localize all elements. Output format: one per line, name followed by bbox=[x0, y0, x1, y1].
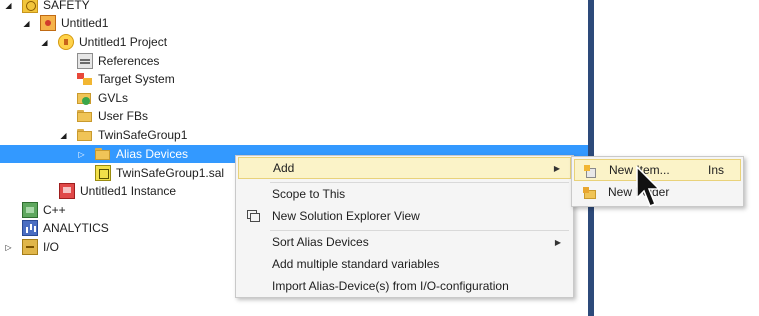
references-icon bbox=[77, 53, 93, 69]
tree-item-user-fbs[interactable]: User FBs bbox=[0, 107, 590, 125]
tree-item-label: SAFETY bbox=[43, 0, 90, 12]
tree-item-label: I/O bbox=[43, 240, 60, 254]
sal-file-icon bbox=[95, 165, 111, 181]
expander-closed-icon[interactable]: ▷ bbox=[4, 243, 13, 252]
tree-item-label: Untitled1 Instance bbox=[80, 184, 177, 198]
analytics-icon bbox=[22, 220, 38, 236]
tree-item-label: Target System bbox=[98, 72, 175, 86]
submenu-arrow-icon: ▶ bbox=[553, 163, 560, 173]
safety-project-icon bbox=[22, 0, 38, 13]
expander-closed-icon[interactable]: ▷ bbox=[77, 150, 86, 159]
menu-item-label: Sort Alias Devices bbox=[272, 235, 369, 249]
twinsafe-project-icon bbox=[58, 34, 74, 50]
folder-icon bbox=[95, 146, 111, 162]
tree-item-twinsafegroup1[interactable]: ◢ TwinSafeGroup1 bbox=[0, 126, 590, 144]
menu-item-add[interactable]: Add ▶ bbox=[238, 157, 571, 179]
menu-item-scope-to-this[interactable]: Scope to This bbox=[238, 183, 571, 205]
tree-item-label: Alias Devices bbox=[116, 147, 189, 161]
tree-item-label: References bbox=[98, 54, 160, 68]
tree-item-untitled1[interactable]: ◢ Untitled1 bbox=[0, 14, 590, 32]
tree-item-target-system[interactable]: Target System bbox=[0, 70, 590, 88]
tree-item-label: Untitled1 bbox=[61, 16, 109, 30]
folder-icon bbox=[77, 127, 93, 143]
tree-item-untitled1-project[interactable]: ◢ Untitled1 Project bbox=[0, 33, 590, 51]
io-icon bbox=[22, 239, 38, 255]
new-view-icon bbox=[247, 210, 260, 222]
expander-open-icon[interactable]: ◢ bbox=[4, 1, 13, 10]
menu-item-new-solution-explorer-view[interactable]: New Solution Explorer View bbox=[238, 205, 571, 227]
tree-item-label: User FBs bbox=[98, 109, 149, 123]
menu-item-label: Add multiple standard variables bbox=[272, 257, 440, 271]
context-menu: Add ▶ Scope to This New Solution Explore… bbox=[235, 155, 574, 298]
menu-item-add-multiple-standard-variables[interactable]: Add multiple standard variables bbox=[238, 253, 571, 275]
new-item-icon bbox=[584, 165, 597, 178]
tree-item-label: TwinSafeGroup1.sal bbox=[116, 166, 225, 180]
tree-item-label: GVLs bbox=[98, 91, 129, 105]
tree-item-label: ANALYTICS bbox=[43, 221, 109, 235]
tree-item-safety[interactable]: ◢ SAFETY bbox=[0, 0, 590, 14]
tree-item-label: TwinSafeGroup1 bbox=[98, 128, 188, 142]
tree-item-references[interactable]: References bbox=[0, 52, 590, 70]
menu-item-label: Add bbox=[273, 161, 295, 175]
tree-item-label: C++ bbox=[43, 203, 66, 217]
menu-item-sort-alias-devices[interactable]: Sort Alias Devices ▶ bbox=[238, 231, 571, 253]
target-system-icon bbox=[77, 71, 93, 87]
instance-icon bbox=[59, 183, 75, 199]
menu-item-label: Import Alias-Device(s) from I/O-configur… bbox=[272, 279, 509, 293]
menu-item-label: Scope to This bbox=[272, 187, 346, 201]
submenu-arrow-icon: ▶ bbox=[554, 237, 561, 247]
shortcut-label: Ins bbox=[708, 163, 725, 177]
menu-item-import-alias-devices[interactable]: Import Alias-Device(s) from I/O-configur… bbox=[238, 275, 571, 297]
tree-item-label: Untitled1 Project bbox=[79, 35, 168, 49]
new-folder-icon bbox=[583, 186, 596, 199]
menu-item-label: New Solution Explorer View bbox=[272, 209, 420, 223]
safety-app-icon bbox=[40, 15, 56, 31]
expander-open-icon[interactable]: ◢ bbox=[59, 131, 68, 140]
folder-icon bbox=[77, 108, 93, 124]
gvl-folder-icon bbox=[77, 90, 93, 106]
cpp-icon bbox=[22, 202, 38, 218]
mouse-pointer-icon bbox=[636, 166, 661, 207]
expander-open-icon[interactable]: ◢ bbox=[40, 38, 49, 47]
tree-item-gvls[interactable]: GVLs bbox=[0, 89, 590, 107]
expander-open-icon[interactable]: ◢ bbox=[22, 19, 31, 28]
